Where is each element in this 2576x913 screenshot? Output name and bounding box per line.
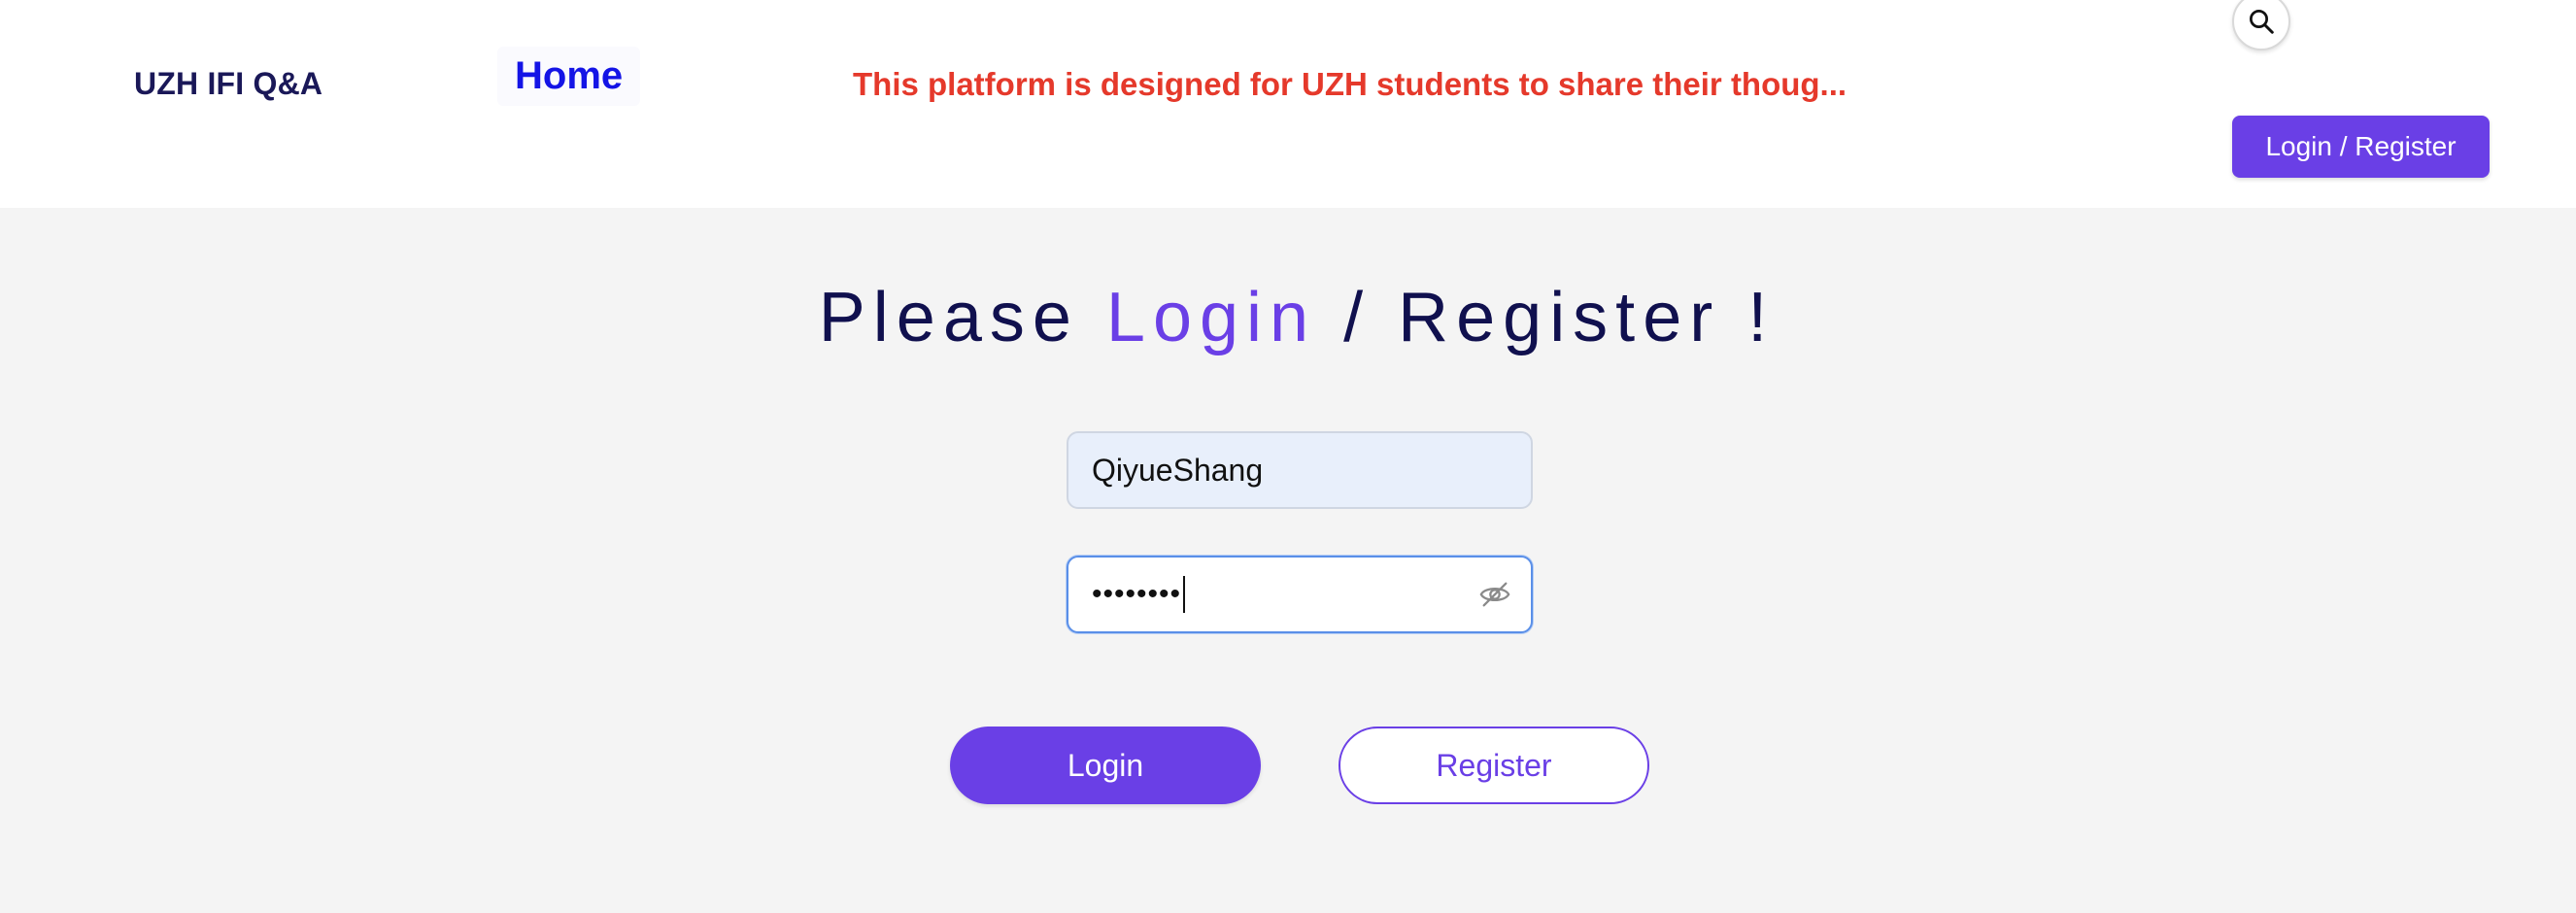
top-header: UZH IFI Q&A Home This platform is design…: [0, 0, 2576, 208]
site-brand[interactable]: UZH IFI Q&A: [134, 66, 322, 102]
page-title-prefix: Please: [818, 279, 1106, 356]
login-button[interactable]: Login: [950, 727, 1261, 804]
register-button[interactable]: Register: [1339, 727, 1649, 804]
search-button[interactable]: [2232, 0, 2290, 51]
username-input[interactable]: QiyueShang: [1067, 431, 1533, 509]
page-title-accent: Login: [1105, 279, 1317, 356]
login-register-button[interactable]: Login / Register: [2232, 116, 2490, 178]
search-icon: [2250, 10, 2274, 34]
nav-home-link[interactable]: Home: [497, 47, 641, 106]
eye-off-icon[interactable]: [1478, 578, 1511, 611]
password-value: ••••••••: [1092, 578, 1182, 610]
announcement-text: This platform is designed for UZH studen…: [853, 66, 1847, 102]
page-title-suffix: / Register !: [1316, 279, 1776, 356]
text-caret: [1183, 576, 1186, 613]
password-input[interactable]: ••••••••: [1067, 556, 1533, 633]
username-value: QiyueShang: [1092, 452, 1264, 488]
page-title: Please Login / Register !: [0, 278, 2576, 357]
